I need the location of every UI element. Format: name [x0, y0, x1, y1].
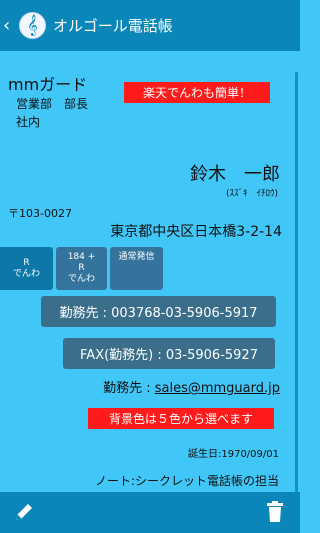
contact-detail: mmガード 営業部 部長 社内 楽天でんわも簡単！ 鈴木 一郎 (ｽｽﾞｷ ｲﾁ… — [0, 51, 300, 492]
work-phone-button[interactable]: 勤務先 : 003768-03-5906-5917 — [41, 296, 276, 327]
normal-call-button[interactable]: 通常発信 — [110, 247, 163, 290]
location: 社内 — [16, 115, 41, 129]
bottom-toolbar — [0, 492, 300, 533]
pencil-icon[interactable] — [12, 500, 36, 524]
email-row: 勤務先 : sales@mmguard.jp — [103, 377, 280, 396]
department-title: 営業部 部長 — [16, 97, 89, 111]
r-denwa-label-2: でんわ — [12, 268, 40, 279]
postal-code: 〒103-0027 — [8, 207, 72, 220]
normal-call-label: 通常発信 — [118, 252, 155, 262]
email-label: 勤務先 : — [103, 381, 155, 396]
birthday: 誕生日:1970/09/01 — [187, 449, 279, 460]
address[interactable]: 東京都中央区日本橋3-2-14 — [110, 221, 282, 241]
r-denwa-label-1: R — [23, 257, 30, 268]
contact-name: 鈴木 一郎 — [190, 164, 280, 185]
color-info-banner[interactable]: 背景色は５色から選べます — [88, 408, 274, 429]
scrollbar[interactable] — [295, 72, 298, 492]
app-title: オルゴール電話帳 — [53, 17, 173, 35]
184-r-denwa-label-3: でんわ — [67, 274, 95, 284]
184-r-denwa-label-2: R — [78, 263, 85, 273]
note: ノート:シークレット電話帳の担当 — [94, 474, 279, 488]
music-note-icon[interactable]: 𝄞 — [19, 12, 46, 39]
184-r-denwa-label-1: 184 + — [67, 252, 96, 262]
contact-name-reading: (ｽｽﾞｷ ｲﾁﾛｳ) — [225, 189, 278, 199]
company-name: mmガード — [8, 75, 88, 94]
184-r-denwa-button[interactable]: 184 + R でんわ — [56, 247, 107, 290]
fax-button[interactable]: FAX(勤務先) : 03-5906-5927 — [63, 338, 275, 369]
trash-icon[interactable] — [264, 500, 286, 524]
title-bar: ‹ 𝄞 オルゴール電話帳 — [0, 0, 300, 51]
email-link[interactable]: sales@mmguard.jp — [155, 381, 280, 396]
chevron-left-icon[interactable]: ‹ — [0, 16, 17, 35]
r-denwa-button[interactable]: R でんわ — [0, 247, 53, 290]
promo-banner[interactable]: 楽天でんわも簡単！ — [124, 82, 270, 103]
